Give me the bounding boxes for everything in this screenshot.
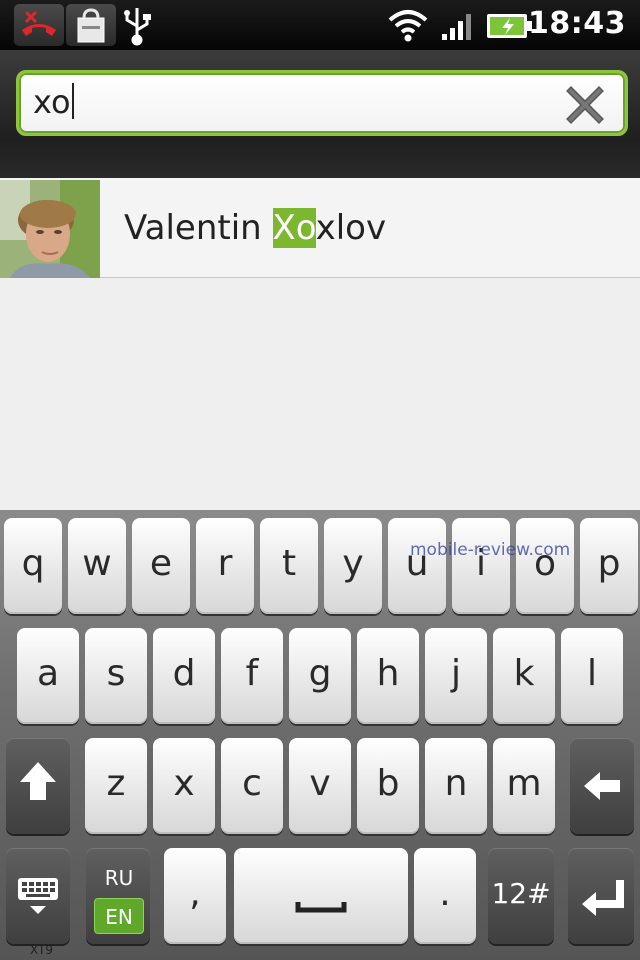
- key-v[interactable]: v: [289, 738, 351, 834]
- key-i[interactable]: i: [452, 518, 510, 614]
- key-a[interactable]: a: [17, 628, 79, 724]
- signal-icon: [440, 10, 474, 46]
- watermark: mobile-review.com: [410, 540, 571, 560]
- search-input[interactable]: xo: [16, 70, 628, 136]
- keyboard: qwertyuiop asdfghjkl zxcvbnm RU EN , . 1…: [0, 510, 640, 960]
- missed-call-icon[interactable]: [14, 4, 64, 46]
- key-e[interactable]: e: [132, 518, 190, 614]
- input-mode-label: XT9: [30, 943, 53, 957]
- clear-x-icon[interactable]: [565, 85, 605, 125]
- comma-key[interactable]: ,: [164, 848, 226, 944]
- battery-charging-icon: [486, 12, 534, 44]
- key-x[interactable]: x: [153, 738, 215, 834]
- period-key[interactable]: .: [414, 848, 476, 944]
- backspace-key[interactable]: [570, 738, 634, 834]
- key-g[interactable]: g: [289, 628, 351, 724]
- key-q[interactable]: q: [4, 518, 62, 614]
- key-f[interactable]: f: [221, 628, 283, 724]
- clock: 18:43: [528, 6, 626, 41]
- key-b[interactable]: b: [357, 738, 419, 834]
- key-h[interactable]: h: [357, 628, 419, 724]
- shift-key[interactable]: [6, 738, 70, 834]
- key-r[interactable]: r: [196, 518, 254, 614]
- key-m[interactable]: m: [493, 738, 555, 834]
- key-z[interactable]: z: [85, 738, 147, 834]
- key-k[interactable]: k: [493, 628, 555, 724]
- lang-en-label: EN: [94, 898, 144, 934]
- key-n[interactable]: n: [425, 738, 487, 834]
- shopping-bag-icon[interactable]: [66, 4, 116, 46]
- key-s[interactable]: s: [85, 628, 147, 724]
- search-results: Valentin Xoxlov: [0, 178, 640, 510]
- keyboard-hide-key[interactable]: [6, 848, 70, 944]
- key-l[interactable]: l: [561, 628, 623, 724]
- contact-name: Valentin Xoxlov: [124, 208, 386, 248]
- key-d[interactable]: d: [153, 628, 215, 724]
- contact-row[interactable]: Valentin Xoxlov: [0, 178, 640, 278]
- key-o[interactable]: o: [516, 518, 574, 614]
- text-cursor: [71, 83, 74, 119]
- search-query-text: xo: [33, 83, 71, 121]
- key-j[interactable]: j: [425, 628, 487, 724]
- contact-name-prefix: Valentin: [124, 208, 273, 248]
- space-key[interactable]: [234, 848, 408, 944]
- numbers-key[interactable]: 12#: [488, 848, 554, 944]
- lang-ru-label: RU: [104, 866, 134, 890]
- wifi-icon: [386, 8, 430, 46]
- language-switch-key[interactable]: RU EN: [86, 848, 150, 944]
- search-match-highlight: Xo: [272, 208, 316, 248]
- search-bar: xo: [0, 50, 640, 178]
- status-bar: 18:43: [0, 0, 640, 50]
- key-y[interactable]: y: [324, 518, 382, 614]
- key-u[interactable]: u: [388, 518, 446, 614]
- key-t[interactable]: t: [260, 518, 318, 614]
- enter-key[interactable]: [568, 848, 634, 944]
- contact-name-suffix: xlov: [315, 208, 387, 248]
- key-p[interactable]: p: [580, 518, 638, 614]
- key-w[interactable]: w: [68, 518, 126, 614]
- key-c[interactable]: c: [221, 738, 283, 834]
- avatar[interactable]: [0, 180, 100, 278]
- search-query: xo: [33, 83, 74, 121]
- usb-icon[interactable]: [112, 4, 162, 46]
